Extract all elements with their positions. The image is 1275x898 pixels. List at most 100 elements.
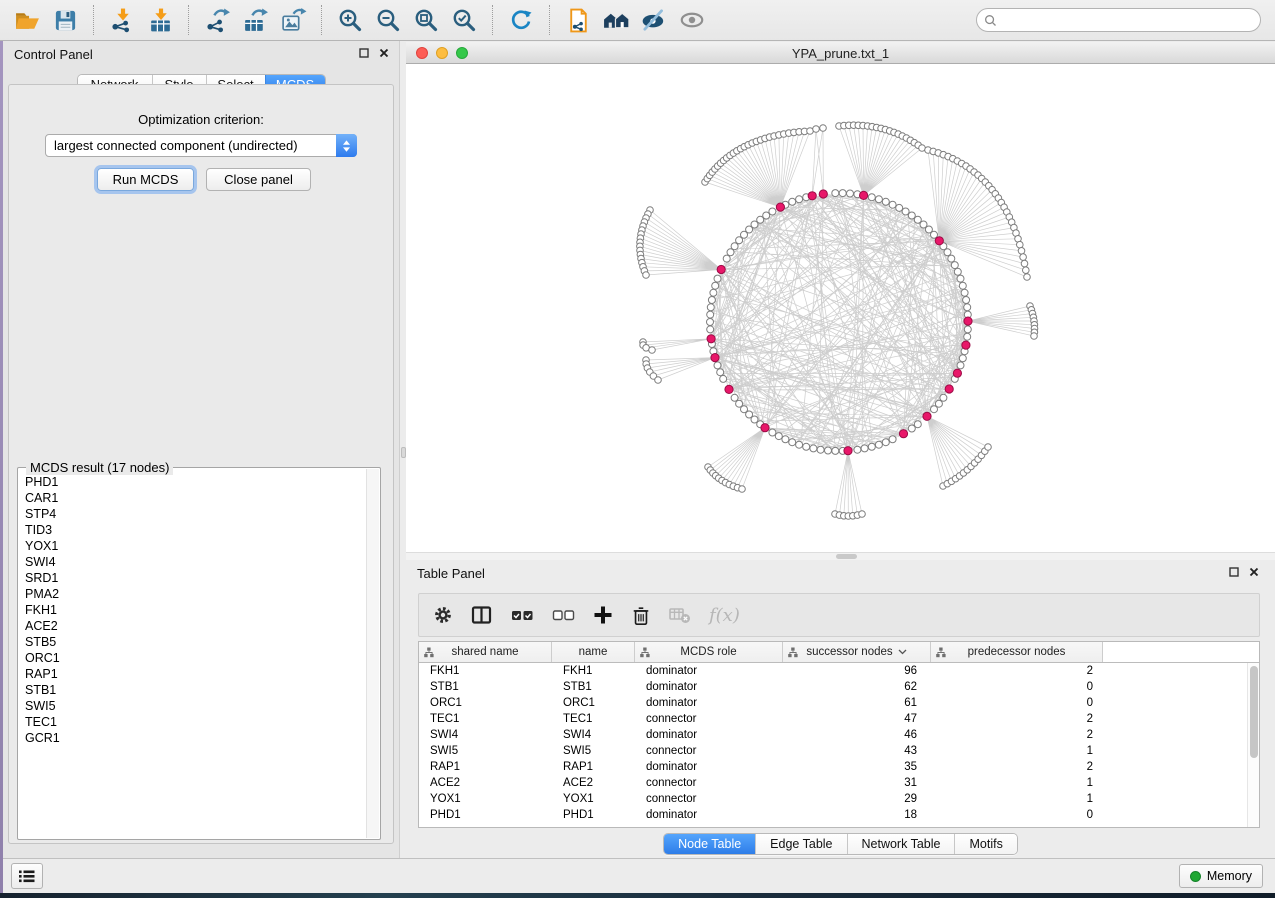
network-dominator-node[interactable] — [964, 317, 972, 325]
network-vertical-scrollbar-thumb[interactable] — [401, 447, 406, 458]
network-node[interactable] — [707, 311, 714, 318]
network-node[interactable] — [889, 436, 896, 443]
network-leaf-node[interactable] — [655, 377, 662, 384]
mcds-result-item[interactable]: SWI5 — [25, 698, 364, 714]
network-node[interactable] — [964, 326, 971, 333]
column-header-predecessor-nodes[interactable]: predecessor nodes — [931, 642, 1103, 662]
network-node[interactable] — [782, 436, 789, 443]
hide-selected-eye-button[interactable] — [638, 4, 670, 36]
mcds-list-scrollbar[interactable] — [366, 469, 379, 838]
criterion-dropdown[interactable]: largest connected component (undirected) — [45, 134, 357, 157]
table-tab-node-table[interactable]: Node Table — [664, 834, 755, 854]
zoom-fit-button[interactable] — [410, 4, 442, 36]
column-chooser-icon[interactable] — [471, 605, 493, 625]
network-dominator-node[interactable] — [808, 192, 816, 200]
network-dominator-node[interactable] — [962, 341, 970, 349]
network-node[interactable] — [736, 237, 743, 244]
network-node[interactable] — [839, 190, 846, 197]
network-node[interactable] — [908, 212, 915, 219]
network-node[interactable] — [854, 446, 861, 453]
network-node[interactable] — [935, 400, 942, 407]
network-dominator-node[interactable] — [707, 335, 715, 343]
mcds-result-item[interactable]: SWI4 — [25, 554, 364, 570]
column-header-MCDS-role[interactable]: MCDS role — [635, 642, 783, 662]
network-node[interactable] — [707, 326, 714, 333]
network-dominator-node[interactable] — [717, 265, 725, 273]
mcds-result-item[interactable]: TID3 — [25, 522, 364, 538]
close-panel-icon[interactable] — [1249, 567, 1259, 577]
table-tab-edge-table[interactable]: Edge Table — [755, 834, 846, 854]
network-leaf-node[interactable] — [813, 126, 820, 133]
column-header-name[interactable]: name — [552, 642, 635, 662]
export-table-button[interactable] — [239, 4, 271, 36]
mcds-result-item[interactable]: YOX1 — [25, 538, 364, 554]
network-node[interactable] — [707, 304, 714, 311]
network-node[interactable] — [769, 429, 776, 436]
table-row[interactable]: TEC1TEC1connector472 — [419, 711, 1259, 727]
close-panel-button[interactable]: Close panel — [206, 168, 311, 191]
network-node[interactable] — [959, 282, 966, 289]
mcds-result-item[interactable]: TEC1 — [25, 714, 364, 730]
network-node[interactable] — [825, 447, 832, 454]
network-node[interactable] — [714, 362, 721, 369]
network-leaf-node[interactable] — [1020, 254, 1027, 261]
network-leaf-node[interactable] — [859, 511, 866, 518]
mcds-result-item[interactable]: GCR1 — [25, 730, 364, 746]
network-dominator-node[interactable] — [860, 191, 868, 199]
settings-gear-icon[interactable] — [433, 605, 453, 625]
network-dominator-node[interactable] — [923, 412, 931, 420]
table-row[interactable]: FKH1FKH1dominator962 — [419, 663, 1259, 679]
memory-button[interactable]: Memory — [1179, 864, 1263, 888]
network-node[interactable] — [717, 369, 724, 376]
network-leaf-node[interactable] — [643, 272, 650, 279]
network-canvas[interactable] — [406, 64, 1275, 552]
network-node[interactable] — [789, 198, 796, 205]
table-scrollbar-thumb[interactable] — [1250, 666, 1258, 758]
network-node[interactable] — [957, 275, 964, 282]
network-node[interactable] — [948, 255, 955, 262]
float-panel-icon[interactable] — [1229, 567, 1239, 577]
select-all-checkbox-icon[interactable] — [511, 606, 534, 624]
network-dominator-node[interactable] — [844, 447, 852, 455]
network-node[interactable] — [902, 208, 909, 215]
network-node[interactable] — [875, 441, 882, 448]
network-node[interactable] — [914, 421, 921, 428]
mcds-result-item[interactable]: FKH1 — [25, 602, 364, 618]
network-leaf-node[interactable] — [1023, 267, 1030, 274]
network-node[interactable] — [961, 289, 968, 296]
import-network-button[interactable] — [106, 4, 138, 36]
zoom-in-button[interactable] — [334, 4, 366, 36]
network-leaf-node[interactable] — [1018, 248, 1025, 255]
share-document-button[interactable] — [562, 4, 594, 36]
network-node[interactable] — [810, 445, 817, 452]
mcds-result-item[interactable]: ACE2 — [25, 618, 364, 634]
column-header-successor-nodes[interactable]: successor nodes — [783, 642, 931, 662]
network-dominator-node[interactable] — [899, 430, 907, 438]
network-node[interactable] — [868, 194, 875, 201]
network-node[interactable] — [889, 201, 896, 208]
deselect-all-checkbox-icon[interactable] — [552, 606, 575, 624]
network-node[interactable] — [803, 443, 810, 450]
network-node[interactable] — [957, 362, 964, 369]
save-button[interactable] — [49, 4, 81, 36]
network-node[interactable] — [832, 190, 839, 197]
float-panel-icon[interactable] — [359, 48, 369, 58]
network-node[interactable] — [731, 243, 738, 250]
network-node[interactable] — [963, 297, 970, 304]
table-vertical-scrollbar[interactable] — [1247, 663, 1259, 827]
export-network-button[interactable] — [201, 4, 233, 36]
mcds-result-item[interactable]: STB5 — [25, 634, 364, 650]
network-horizontal-scrollbar-thumb[interactable] — [836, 554, 857, 559]
network-node[interactable] — [712, 282, 719, 289]
network-leaf-node[interactable] — [1024, 274, 1031, 281]
network-node[interactable] — [832, 447, 839, 454]
network-node[interactable] — [817, 446, 824, 453]
network-dominator-node[interactable] — [761, 424, 769, 432]
network-node[interactable] — [796, 196, 803, 203]
search-input[interactable] — [997, 11, 1260, 29]
refresh-button[interactable] — [505, 4, 537, 36]
network-node[interactable] — [775, 433, 782, 440]
network-graph[interactable] — [406, 64, 1275, 552]
network-leaf-node[interactable] — [739, 486, 746, 493]
network-dominator-node[interactable] — [819, 190, 827, 198]
